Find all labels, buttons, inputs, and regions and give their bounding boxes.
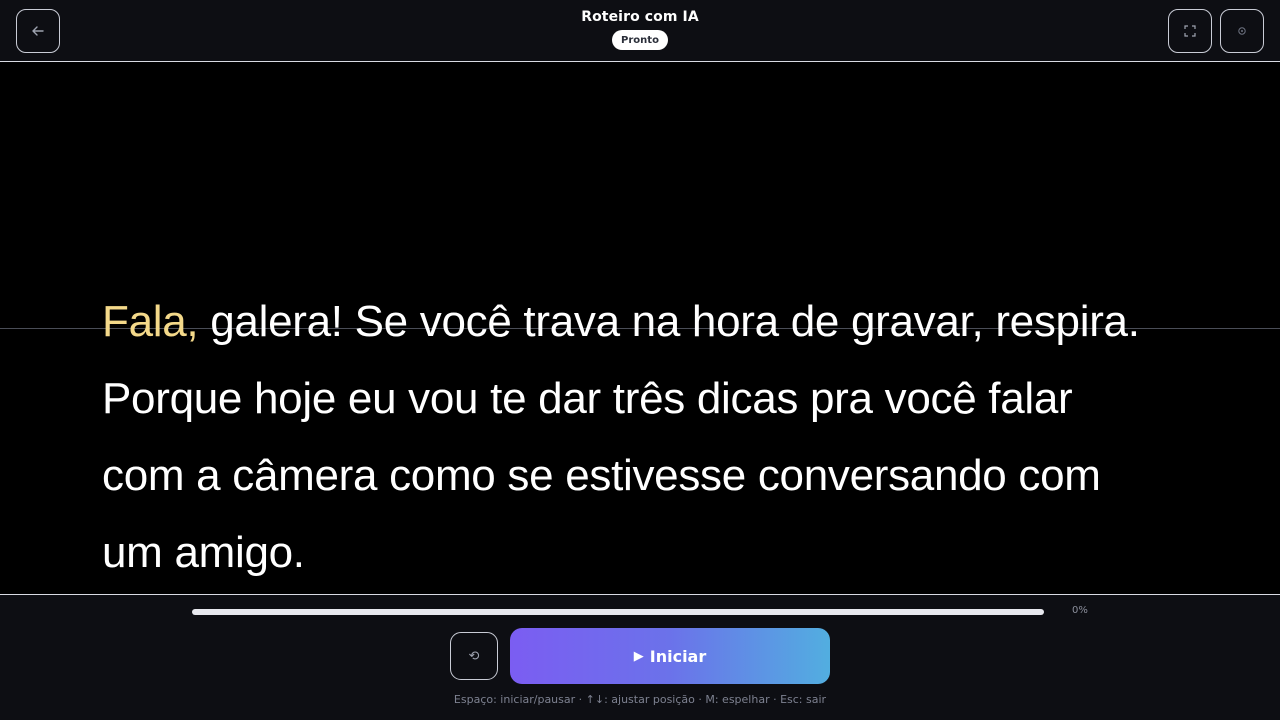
reset-icon: ⟲ <box>468 648 480 664</box>
current-word-highlight: Fala, <box>102 297 199 346</box>
back-button[interactable] <box>16 9 60 53</box>
script-line-1: Fala, galera! Se você trava na hora de g… <box>102 283 1192 360</box>
reset-button[interactable]: ⟲ <box>450 632 498 680</box>
page-title: Roteiro com IA <box>581 9 699 25</box>
title-area: Roteiro com IA Pronto <box>0 0 1280 62</box>
status-badge: Pronto <box>612 30 668 50</box>
start-button[interactable]: ▶ Iniciar <box>510 628 830 684</box>
script-line-1-rest: galera! Se você trava na hora de gravar,… <box>198 297 1140 346</box>
script-line-4: um amigo. <box>102 528 305 577</box>
script-line-2: Porque hoje eu vou te dar três dicas pra… <box>102 374 1073 423</box>
keyboard-shortcuts-hint: Espaço: iniciar/pausar · ↑↓: ajustar pos… <box>453 693 827 706</box>
fullscreen-button[interactable] <box>1168 9 1212 53</box>
top-bar: Roteiro com IA Pronto <box>0 0 1280 62</box>
script-line-3: com a câmera como se estivesse conversan… <box>102 451 1101 500</box>
play-icon: ▶ <box>633 648 644 664</box>
progress-bar[interactable] <box>192 609 1044 615</box>
control-bar: 0% ⟲ ▶ Iniciar Espaço: iniciar/pausar · … <box>0 594 1280 720</box>
script-text: Fala, galera! Se você trava na hora de g… <box>102 283 1192 591</box>
settings-button[interactable] <box>1220 9 1264 53</box>
gear-icon <box>1238 27 1246 35</box>
teleprompter-stage: Fala, galera! Se você trava na hora de g… <box>0 63 1280 594</box>
start-button-label: Iniciar <box>649 646 707 666</box>
progress-label: 0% <box>1072 605 1088 616</box>
fullscreen-icon <box>1184 25 1196 37</box>
arrow-left-icon <box>32 26 44 36</box>
